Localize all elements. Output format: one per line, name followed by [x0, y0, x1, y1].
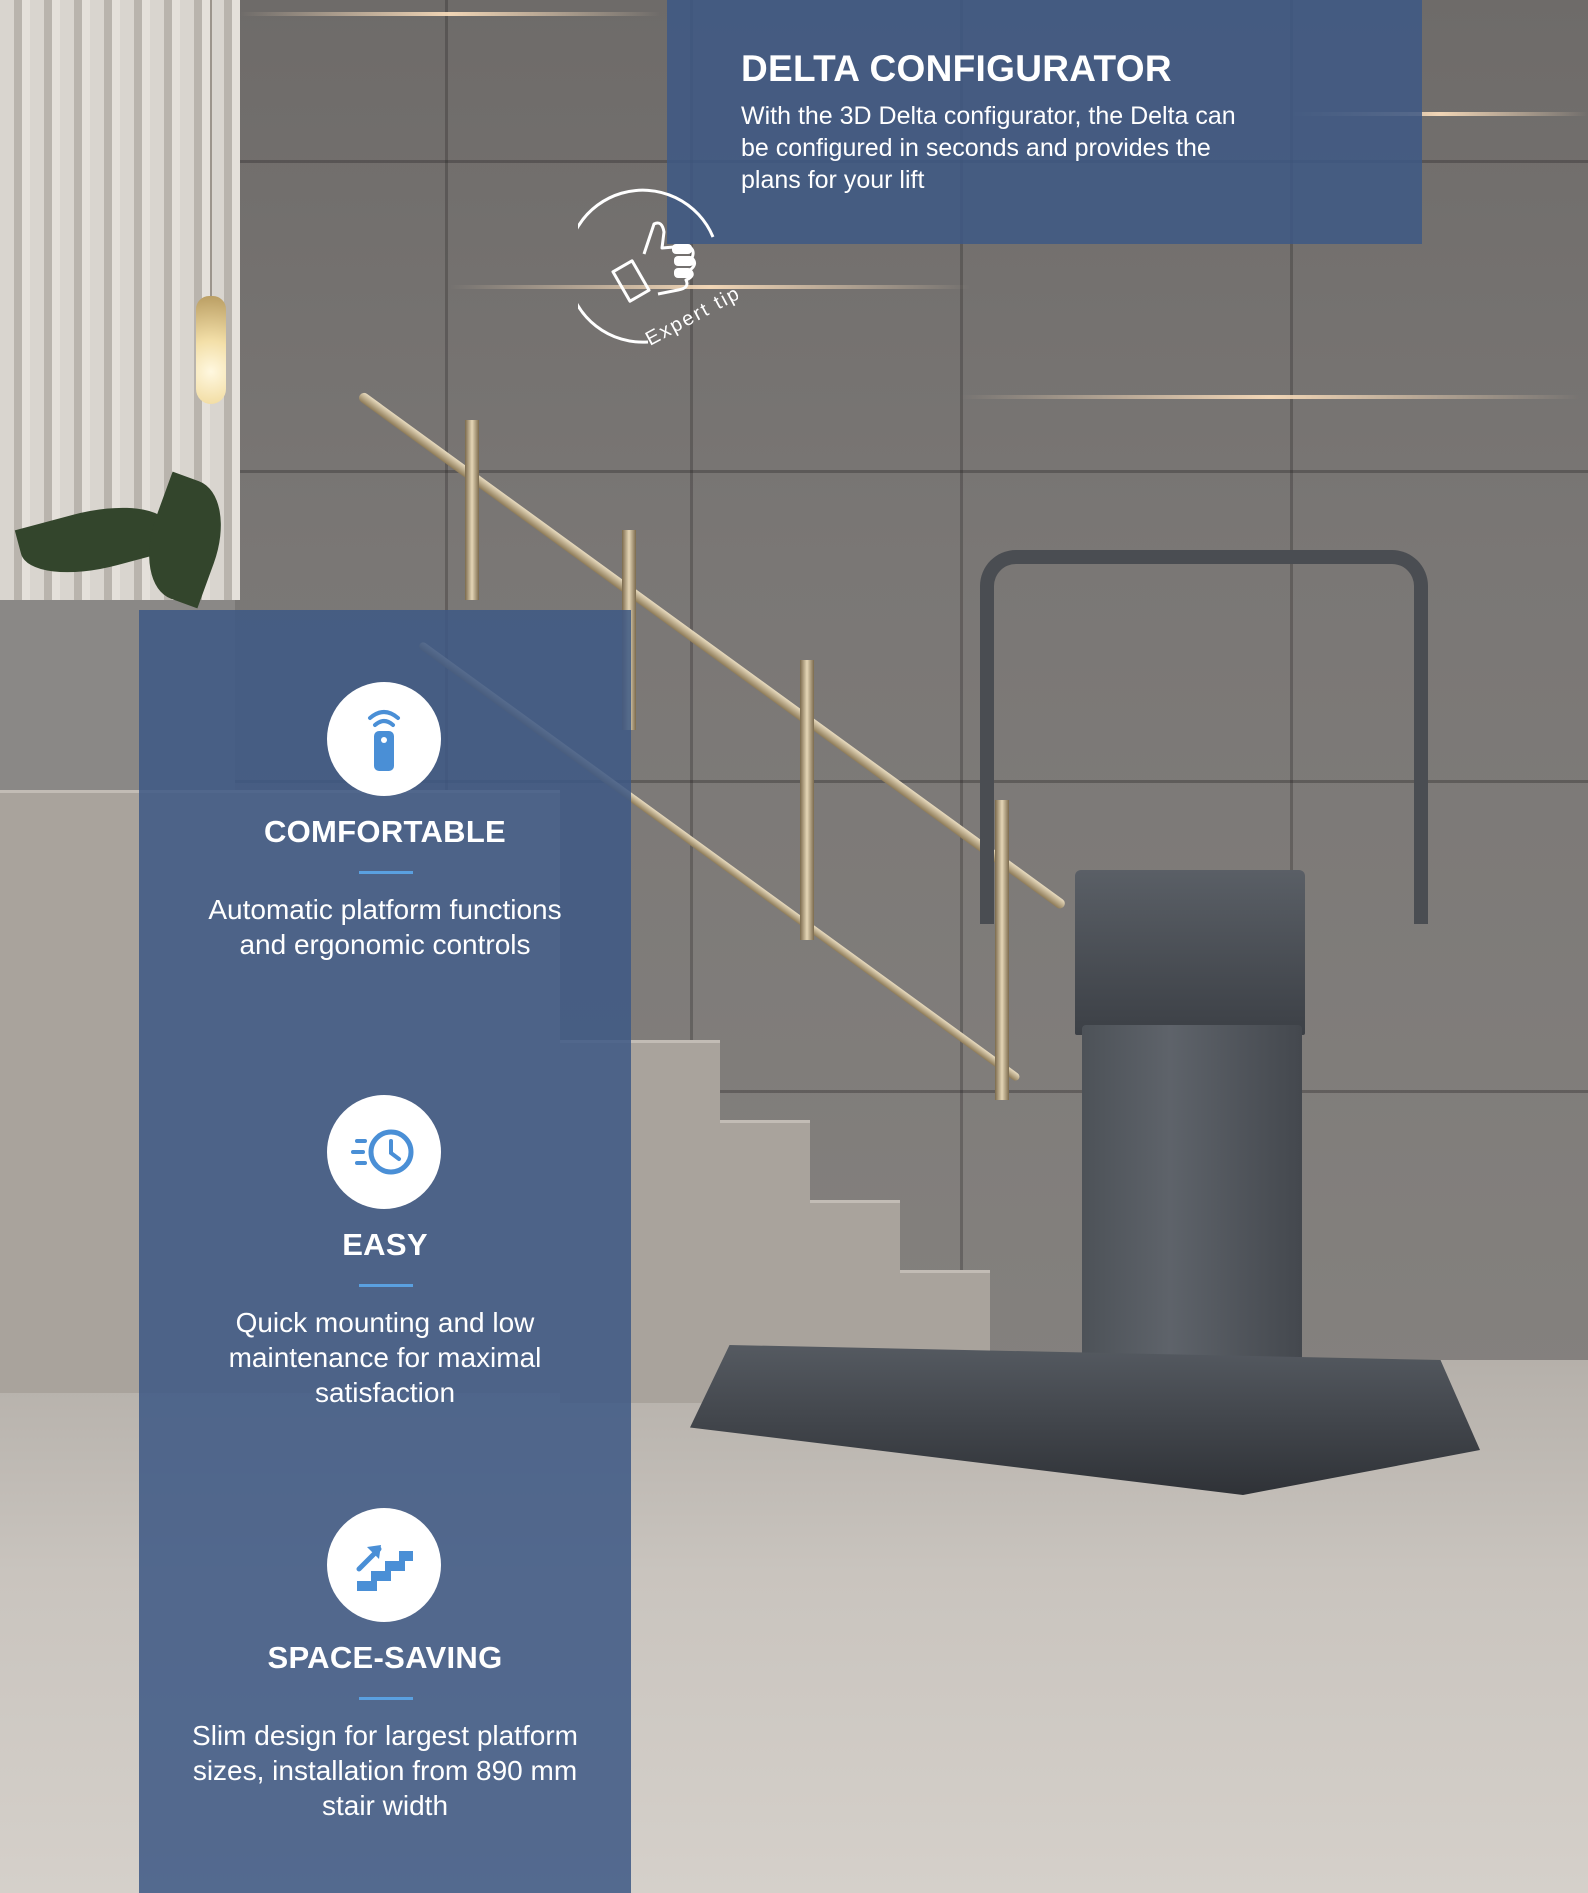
configurator-panel: DELTA CONFIGURATOR With the 3D Delta con…	[667, 0, 1422, 244]
remote-control-icon	[327, 682, 441, 796]
pendant-lamp	[196, 296, 226, 404]
expert-tip-badge: Expert tip	[565, 182, 745, 352]
rail-post	[465, 420, 479, 600]
pendant-cord	[210, 0, 212, 300]
fast-clock-icon	[327, 1095, 441, 1209]
configurator-text: With the 3D Delta configurator, the Delt…	[741, 102, 1236, 194]
light-strip	[960, 395, 1580, 399]
feature-easy: EASY Quick mounting and low maintenance …	[139, 1095, 631, 1425]
feature-title: EASY	[342, 1227, 428, 1262]
feature-comfortable: COMFORTABLE Automatic platform functions…	[139, 682, 631, 1012]
configurator-title: DELTA CONFIGURATOR	[741, 48, 1172, 89]
title-underline	[359, 871, 413, 874]
light-strip	[240, 12, 660, 16]
feature-description: Automatic platform functions and ergonom…	[208, 894, 562, 960]
title-underline	[359, 1284, 413, 1287]
title-underline	[359, 1697, 413, 1700]
rail-post	[800, 660, 814, 940]
feature-description: Slim design for largest platform sizes, …	[192, 1720, 578, 1821]
thumbs-up-icon: Expert tip	[565, 188, 745, 350]
feature-description: Quick mounting and low maintenance for m…	[228, 1307, 542, 1408]
wall-joint	[235, 470, 1588, 473]
feature-title: COMFORTABLE	[263, 814, 507, 849]
lift-control-head	[1075, 870, 1305, 1035]
lift-column	[1082, 1025, 1302, 1395]
expert-tip-label: Expert tip	[642, 282, 738, 350]
stairs-arrow-icon	[327, 1508, 441, 1622]
feature-space-saving: SPACE-SAVING Slim design for largest pla…	[139, 1508, 631, 1848]
lift-guard-arm	[980, 550, 1428, 924]
feature-title: SPACE-SAVING	[267, 1640, 503, 1675]
features-panel: COMFORTABLE Automatic platform functions…	[139, 610, 631, 1893]
